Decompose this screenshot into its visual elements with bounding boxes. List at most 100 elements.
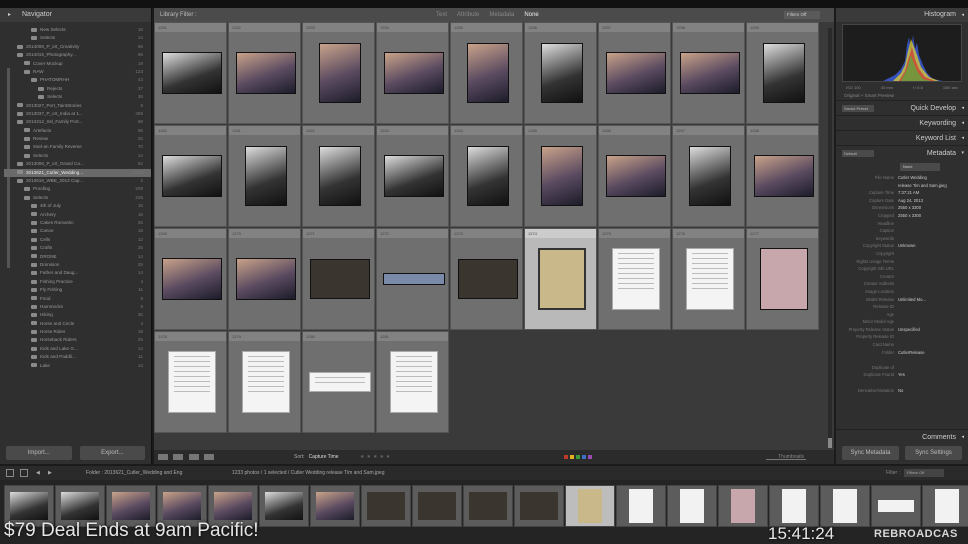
grid-cell[interactable]: 1273 [450, 228, 523, 330]
compare-view-icon[interactable] [188, 453, 199, 460]
folder-item[interactable]: Cakes Romantic 25 [4, 219, 151, 227]
folder-item[interactable]: Selects 14 [4, 152, 151, 160]
grid-cell[interactable]: 1266 [598, 125, 671, 227]
folder-item[interactable]: Dominion 25 [4, 261, 151, 269]
folder-item[interactable]: 2013621_Cutler_Wedding... 1233 [4, 168, 151, 178]
metadata-value[interactable] [898, 379, 968, 387]
metadata-value[interactable]: Unlimited Mo... [898, 296, 968, 304]
rating-stars[interactable]: ★★★★★ [360, 450, 392, 464]
sort-control[interactable]: Sort: Capture Time [294, 450, 339, 464]
grid-cell[interactable]: 1254 [376, 22, 449, 124]
folder-item[interactable]: Fly Fishing 11 [4, 286, 151, 294]
filter-option[interactable]: Metadata [489, 12, 514, 18]
folder-item[interactable]: Horse and Circle 4 [4, 320, 151, 328]
secondary-display-icon[interactable] [6, 469, 14, 477]
metadata-preset-dropdown[interactable]: None [900, 163, 940, 171]
metadata-value[interactable]: 2550 x 3300 [898, 204, 968, 212]
grid-cell[interactable]: 1271 [302, 228, 375, 330]
filmstrip-thumb[interactable] [412, 485, 462, 527]
metadata-value[interactable] [898, 273, 968, 281]
filmstrip-thumb[interactable] [667, 485, 717, 527]
folder-item[interactable]: Archery 16 [4, 211, 151, 219]
folder-item[interactable]: Food 8 [4, 295, 151, 303]
folder-item[interactable]: Selects 14 [4, 34, 151, 42]
folder-item[interactable]: 4th of July 15 [4, 202, 151, 210]
grid-cell[interactable]: 1280 [302, 331, 375, 433]
folder-item[interactable]: New Selects 16 [4, 26, 151, 34]
keywording-header[interactable]: Keywording ◂ [836, 115, 968, 130]
grid-cell[interactable]: 1274 [524, 228, 597, 330]
folder-item[interactable]: Selects 38 [4, 93, 151, 101]
grid-cell[interactable]: 1277 [746, 228, 819, 330]
grid-icon[interactable] [20, 469, 28, 477]
grid-cell[interactable]: 1276 [672, 228, 745, 330]
folder-item[interactable]: Lake 13 [4, 362, 151, 370]
metadata-value[interactable] [898, 364, 968, 372]
color-label-swatch[interactable] [564, 455, 568, 459]
grid-cell[interactable]: 1269 [154, 228, 227, 330]
grid-cell[interactable]: 1253 [302, 22, 375, 124]
grid-cell[interactable]: 1258 [672, 22, 745, 124]
metadata-value[interactable]: Cutler Wedding [898, 174, 968, 182]
folder-item[interactable]: 2013006_P_ort_Grand Ca... 62 [4, 160, 151, 168]
filmstrip-filter-dropdown[interactable]: Filters Off [904, 469, 944, 477]
folder-item[interactable]: 2013616_WBE_2013 Cap... 2 [4, 177, 151, 185]
filter-option[interactable]: Attribute [457, 12, 479, 18]
grid-cell[interactable]: 1270 [228, 228, 301, 330]
folder-item[interactable]: PHATOMRHH 43 [4, 76, 151, 84]
grid-view-icon[interactable] [158, 453, 168, 460]
folder-item[interactable]: 2013412_Ssl_Family Port... 88 [4, 118, 151, 126]
filmstrip-thumb[interactable] [361, 485, 411, 527]
folder-item[interactable]: Kids and Lake G... 14 [4, 345, 151, 353]
grid-cell[interactable]: 1267 [672, 125, 745, 227]
metadata-value[interactable]: CutlerRelease [898, 349, 968, 357]
folder-item[interactable]: Father and Daug... 14 [4, 269, 151, 277]
metadata-header[interactable]: Default Metadata ▾ [836, 145, 968, 160]
navigator-header[interactable]: ▸ Navigator [0, 8, 151, 22]
grid-cell[interactable]: 1261 [228, 125, 301, 227]
metadata-value[interactable]: Unspecified [898, 326, 968, 334]
folder-item[interactable]: Canoe 18 [4, 227, 151, 235]
grid-cell[interactable]: 1262 [302, 125, 375, 227]
metadata-value[interactable] [898, 227, 968, 235]
quick-develop-header[interactable]: Saved Preset Quick Develop ◂ [836, 100, 968, 115]
folder-item[interactable]: Selects 235 [4, 194, 151, 202]
metadata-value[interactable] [898, 220, 968, 228]
folder-item[interactable]: 2013037_P_ort_India at 1... 465 [4, 110, 151, 118]
filmstrip-thumb[interactable] [463, 485, 513, 527]
metadata-value[interactable] [898, 280, 968, 288]
metadata-value[interactable]: No [898, 387, 968, 395]
grid-cell[interactable]: 1265 [524, 125, 597, 227]
filmstrip-thumb[interactable] [565, 485, 615, 527]
color-label-swatch[interactable] [582, 455, 586, 459]
folder-item[interactable]: RAW 123 [4, 68, 151, 76]
metadata-value[interactable] [898, 333, 968, 341]
metadata-value[interactable] [898, 303, 968, 311]
metadata-value[interactable] [898, 311, 968, 319]
comments-header[interactable]: Comments ◂ [836, 429, 968, 444]
metadata-value[interactable]: Aug 24, 2013 [898, 197, 968, 205]
forward-arrow-icon[interactable]: ▶ [48, 466, 52, 480]
grid-cell[interactable]: 1255 [450, 22, 523, 124]
metadata-value[interactable] [898, 235, 968, 243]
metadata-value[interactable]: Yes [898, 371, 968, 379]
sync-settings-button[interactable]: Sync Settings [905, 446, 962, 460]
loupe-view-icon[interactable] [173, 453, 184, 460]
folder-item[interactable]: Artefacts 65 [4, 127, 151, 135]
export-button[interactable]: Export... [79, 446, 145, 460]
import-button[interactable]: Import... [6, 446, 72, 460]
grid-cell[interactable]: 1268 [746, 125, 819, 227]
grid-cell[interactable]: 1257 [598, 22, 671, 124]
grid-cell[interactable]: 1259 [746, 22, 819, 124]
scroll-thumb[interactable] [828, 438, 832, 448]
filmstrip-thumb[interactable] [310, 485, 360, 527]
filmstrip-thumb[interactable] [259, 485, 309, 527]
metadata-value[interactable]: Unknown [898, 242, 968, 250]
folder-item[interactable]: 2013027_Port_TaintStories 8 [4, 102, 151, 110]
folder-item[interactable]: Crafts 25 [4, 244, 151, 252]
grid-cell[interactable]: 1278 [154, 331, 227, 433]
filmstrip-thumb[interactable] [922, 485, 968, 527]
filter-option[interactable]: None [524, 12, 538, 18]
back-arrow-icon[interactable]: ◀ [36, 466, 40, 480]
folder-item[interactable]: Horseback Riders 25 [4, 336, 151, 344]
